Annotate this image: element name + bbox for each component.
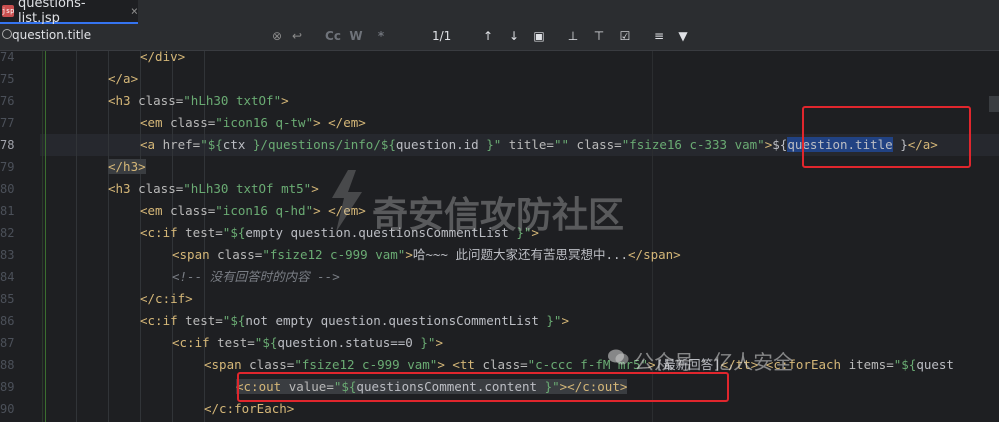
code-line-74: </div> <box>140 51 186 64</box>
fold-guide <box>42 51 43 422</box>
code-line-86: <c:if test="${not empty question.questio… <box>140 313 569 328</box>
line-number: 74 <box>0 50 15 64</box>
words-button[interactable]: W <box>348 27 364 45</box>
wechat-icon <box>608 349 629 365</box>
line-number: 90 <box>0 402 15 416</box>
filter-options-icon[interactable]: ≡ <box>651 27 667 45</box>
code-line-80: <h3 class="hLh30 txtOf mt5"> <box>108 181 319 196</box>
line-number: 78 <box>0 138 15 152</box>
line-number-gutter: 74 75 76 77 78 79 80 81 82 83 84 85 86 87 88 89 90 <box>0 50 40 422</box>
change-marker-bar <box>45 51 46 422</box>
previous-match-icon[interactable]: ↑ <box>481 27 495 45</box>
editor-tab-bar: jsp questions-list.jsp × <box>0 0 999 26</box>
watermark-text: 奇安信攻防社区 <box>372 195 625 236</box>
line-number: 76 <box>0 94 15 108</box>
tab-questions-list[interactable]: jsp questions-list.jsp × <box>0 0 138 26</box>
scrollbar-marker <box>989 96 999 112</box>
code-line-79: </h3> <box>108 159 146 174</box>
jsp-file-icon: jsp <box>1 5 15 17</box>
close-tab-icon[interactable]: × <box>131 4 138 18</box>
bottom-watermark-text: 公众号 · 亿人安全 <box>634 350 794 374</box>
code-line-85: </c:if> <box>140 291 193 306</box>
line-number: 83 <box>0 248 15 262</box>
code-line-83: <span class="fsize12 c-999 vam">哈~~~ 此问题… <box>172 247 681 262</box>
line-number: 80 <box>0 182 15 196</box>
history-icon[interactable]: ↩ <box>290 27 304 45</box>
select-all-occurrences-icon[interactable]: ☑ <box>617 27 633 45</box>
line-number: 79 <box>0 160 15 174</box>
filter-icon[interactable]: ▼ <box>676 27 690 45</box>
open-in-window-icon[interactable]: ▣ <box>532 27 546 45</box>
shield-logo-icon <box>332 170 362 232</box>
highlight-box-content <box>237 372 729 402</box>
next-match-icon[interactable]: ↓ <box>507 27 521 45</box>
line-number: 85 <box>0 292 15 306</box>
search-icon <box>2 29 12 39</box>
line-number: 82 <box>0 226 15 240</box>
remove-selection-icon[interactable]: ⊤ <box>591 27 607 45</box>
line-number: 81 <box>0 204 15 218</box>
line-number: 84 <box>0 270 15 284</box>
regex-button[interactable]: * <box>374 27 388 45</box>
search-input[interactable]: question.title <box>12 28 91 42</box>
line-number: 87 <box>0 336 15 350</box>
match-count: 1/1 <box>432 29 452 43</box>
line-number: 89 <box>0 380 15 394</box>
code-line-75: </a> <box>108 71 139 86</box>
add-selection-icon[interactable]: ⊥ <box>565 27 581 45</box>
match-case-button[interactable]: Cc <box>324 27 342 45</box>
tab-filename: questions-list.jsp <box>18 0 86 26</box>
line-number: 86 <box>0 314 15 328</box>
code-line-87: <c:if test="${question.status==0 }"> <box>172 335 443 350</box>
code-line-76: <h3 class="hLh30 txtOf"> <box>108 93 289 108</box>
code-line-84: <!-- 没有回答时的内容 --> <box>172 269 340 284</box>
line-number: 88 <box>0 358 15 372</box>
clear-search-icon[interactable]: ⊗ <box>270 27 284 45</box>
find-bar: question.title ⊗ ↩ Cc W * 1/1 ↑ ↓ ▣ ⊥ ⊤ … <box>0 24 999 51</box>
line-number: 77 <box>0 116 15 130</box>
highlight-box-title <box>802 106 971 168</box>
code-line-77: <em class="icon16 q-tw"> </em> <box>140 115 366 130</box>
line-number: 75 <box>0 72 15 86</box>
